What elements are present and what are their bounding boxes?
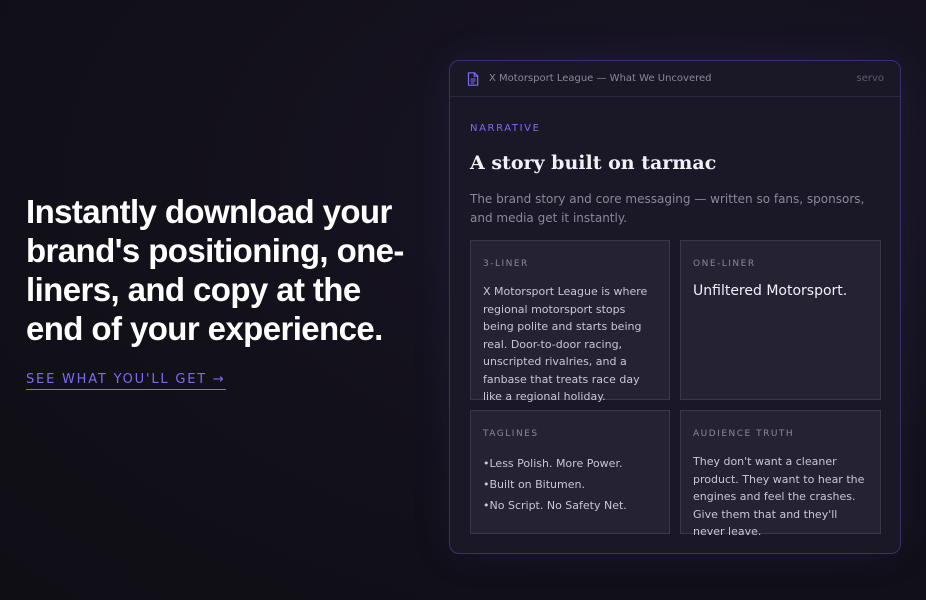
document-preview-panel: X Motorsport League — What We Uncovered …: [449, 60, 901, 554]
hero-title: Instantly download your brand's position…: [26, 193, 404, 347]
card-three-liner: 3-LINER X Motorsport League is where reg…: [470, 240, 670, 403]
list-item: Less Polish. More Power.: [483, 453, 657, 474]
taglines-list: Less Polish. More Power. Built on Bitume…: [483, 453, 657, 516]
card-text: They don't want a cleaner product. They …: [693, 455, 865, 538]
card-one-liner: ONE-LINER Unfiltered Motorsport.: [680, 240, 881, 400]
document-icon: [467, 71, 479, 86]
card-taglines: TAGLINES Less Polish. More Power. Built …: [470, 410, 670, 534]
section-eyebrow: NARRATIVE: [470, 123, 541, 134]
card-label: AUDIENCE TRUTH: [693, 429, 795, 439]
panel-title: X Motorsport League — What We Uncovered: [489, 73, 712, 84]
panel-tag: servo: [856, 73, 884, 84]
card-text: Unfiltered Motorsport.: [693, 283, 848, 299]
list-item: No Script. No Safety Net.: [483, 495, 657, 516]
card-text: X Motorsport League is where regional mo…: [483, 285, 648, 403]
list-item: Built on Bitumen.: [483, 474, 657, 495]
card-label: TAGLINES: [483, 429, 539, 439]
card-label: ONE-LINER: [693, 259, 756, 269]
panel-header: X Motorsport League — What We Uncovered …: [450, 61, 900, 97]
card-label: 3-LINER: [483, 259, 529, 269]
see-what-you-get-link[interactable]: SEE WHAT YOU'LL GET →: [26, 372, 226, 390]
card-audience-truth: AUDIENCE TRUTH They don't want a cleaner…: [680, 410, 881, 538]
message-cards-grid: 3-LINER X Motorsport League is where reg…: [470, 240, 881, 538]
section-description: The brand story and core messaging — wri…: [470, 192, 865, 225]
panel-body: NARRATIVE A story built on tarmac The br…: [450, 97, 900, 538]
section-title: A story built on tarmac: [470, 152, 717, 174]
hero-section: Instantly download your brand's position…: [26, 192, 426, 390]
